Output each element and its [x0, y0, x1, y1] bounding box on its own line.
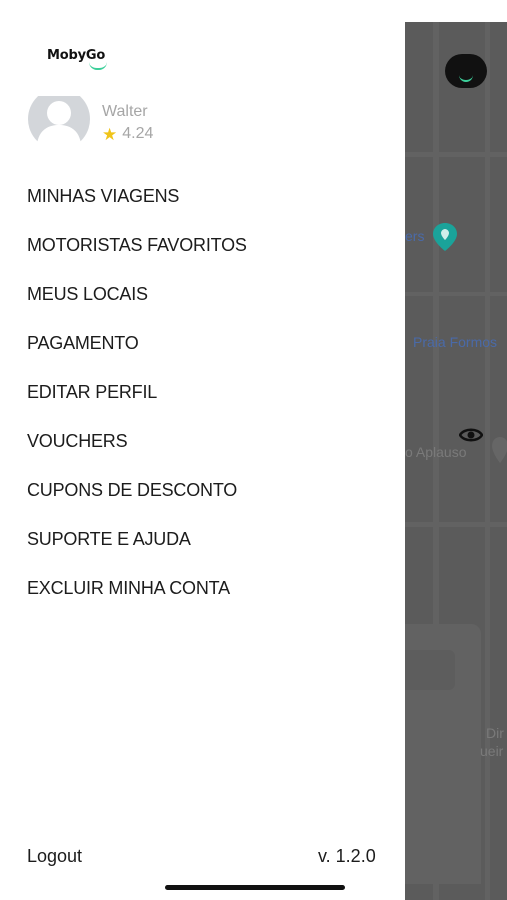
navigation-drawer: MobyGo Walter ★ 4.24 MINHAS VIAGENS MOTO… — [0, 0, 405, 900]
eye-icon[interactable] — [459, 425, 483, 445]
avatar[interactable] — [28, 96, 90, 144]
moby-map-badge[interactable] — [445, 54, 487, 88]
map-pin-icon — [433, 223, 457, 251]
menu-item-suporte-e-ajuda[interactable]: SUPORTE E AJUDA — [27, 527, 247, 576]
user-rating: ★ 4.24 — [102, 125, 153, 143]
map-pin-icon — [492, 437, 507, 463]
brand-logo: MobyGo — [47, 48, 106, 63]
menu-item-editar-perfil[interactable]: EDITAR PERFIL — [27, 380, 247, 429]
menu-item-meus-locais[interactable]: MEUS LOCAIS — [27, 282, 247, 331]
app-version: v. 1.2.0 — [318, 846, 376, 866]
map-card-text-1: Dir — [486, 725, 504, 741]
map-label-place-3: o Aplauso — [405, 444, 467, 460]
user-name: Walter — [102, 103, 148, 120]
logo-smile-icon — [89, 62, 107, 70]
map-label-place-2: Praia Formos — [413, 334, 498, 350]
badge-smile — [459, 75, 473, 82]
avatar-placeholder-icon — [28, 96, 90, 144]
logout-button[interactable]: Logout — [27, 846, 82, 867]
menu-item-excluir-minha-conta[interactable]: EXCLUIR MINHA CONTA — [27, 576, 247, 625]
star-icon: ★ — [102, 124, 118, 144]
drawer-menu: MINHAS VIAGENS MOTORISTAS FAVORITOS MEUS… — [27, 184, 247, 625]
menu-item-vouchers[interactable]: VOUCHERS — [27, 429, 247, 478]
menu-item-motoristas-favoritos[interactable]: MOTORISTAS FAVORITOS — [27, 233, 247, 282]
map-label-place-1: ers — [405, 228, 425, 244]
map-card-text-2: ueir — [480, 743, 504, 759]
menu-item-pagamento[interactable]: PAGAMENTO — [27, 331, 247, 380]
menu-item-minhas-viagens[interactable]: MINHAS VIAGENS — [27, 184, 247, 233]
menu-item-cupons-de-desconto[interactable]: CUPONS DE DESCONTO — [27, 478, 247, 527]
rating-value: 4.24 — [122, 125, 154, 142]
map-background[interactable]: ers Praia Formos o Aplauso Dir ueir — [405, 22, 507, 900]
home-indicator[interactable] — [165, 885, 345, 890]
